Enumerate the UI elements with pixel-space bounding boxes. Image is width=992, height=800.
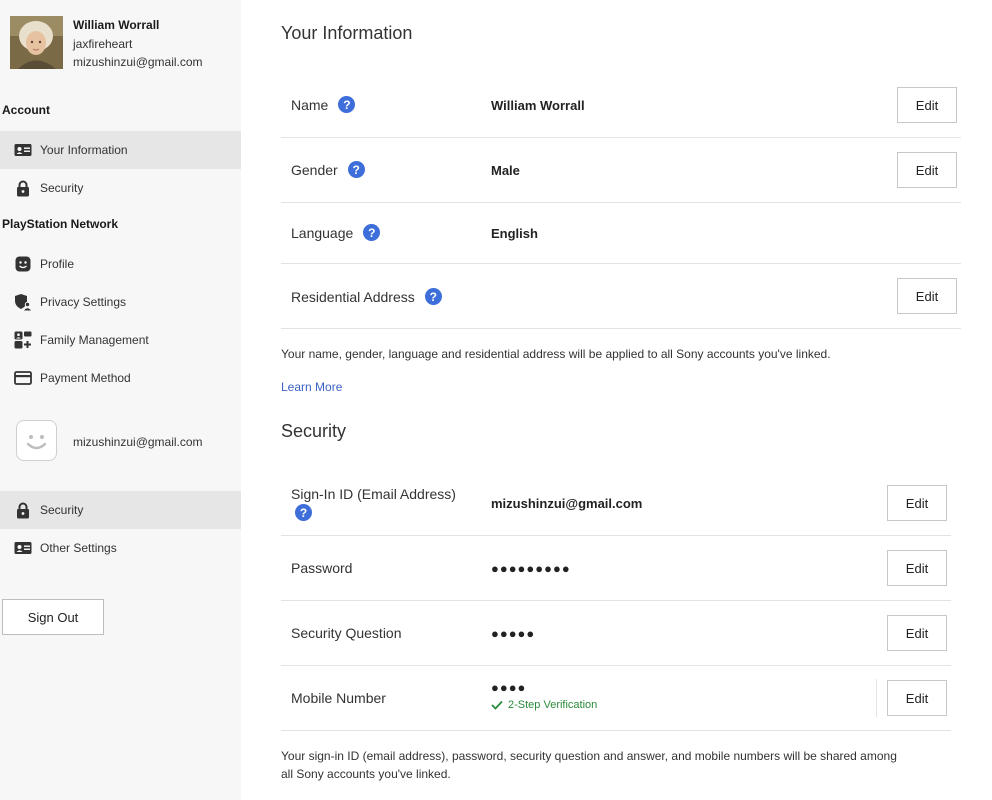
name-value: William Worrall — [491, 98, 585, 113]
sidebar-item-label: Privacy Settings — [40, 295, 127, 309]
sidebar-item-privacy-settings[interactable]: Privacy Settings — [0, 283, 241, 321]
info-row-name: Name ? William Worrall Edit — [281, 73, 961, 138]
edit-security-question-button[interactable]: Edit — [887, 615, 947, 651]
sidebar-item-label: Security — [40, 503, 84, 517]
sidebar-item-family-management[interactable]: Family Management — [0, 321, 241, 359]
security-note-line-2: all Sony accounts you've linked. — [281, 767, 451, 781]
sign-out-button[interactable]: Sign Out — [2, 599, 104, 635]
help-icon[interactable]: ? — [363, 224, 381, 241]
sidebar: William Worrall jaxfireheart mizushinzui… — [0, 0, 241, 800]
info-row-residential-address: Residential Address ? Edit — [281, 264, 961, 329]
account-heading: Account — [2, 103, 50, 117]
your-information-title: Your Information — [281, 23, 413, 43]
security-title: Security — [281, 421, 347, 441]
help-icon[interactable]: ? — [424, 288, 442, 305]
lock-icon — [14, 501, 32, 519]
edit-sign-in-id-button[interactable]: Edit — [887, 485, 947, 521]
row-label-text: Residential Address — [291, 288, 415, 305]
sidebar-item-label: Other Settings — [40, 541, 117, 555]
main-content: Your Information Name ? William Worrall … — [281, 0, 961, 800]
sidebar-item-label: Payment Method — [40, 371, 131, 385]
security-row-password: Password ●●●●●●●●● Edit — [281, 536, 951, 601]
id-card-icon — [14, 539, 32, 557]
row-label-text: Password — [291, 560, 353, 576]
sign-in-id-value: mizushinzui@gmail.com — [491, 496, 643, 511]
info-note: Your name, gender, language and resident… — [281, 347, 831, 361]
security-note: Your sign-in ID (email address), passwor… — [281, 747, 897, 783]
psn-heading: PlayStation Network — [2, 217, 119, 231]
edit-residential-address-button[interactable]: Edit — [897, 278, 957, 314]
user-handle: jaxfireheart — [73, 37, 133, 51]
sidebar-item-payment-method[interactable]: Payment Method — [0, 359, 241, 397]
row-label: Password — [291, 560, 352, 576]
language-value: English — [491, 226, 538, 241]
psn-account-email: mizushinzui@gmail.com — [73, 435, 203, 449]
user-email: mizushinzui@gmail.com — [73, 55, 203, 69]
row-label: Security Question — [291, 625, 402, 641]
sidebar-item-security[interactable]: Security — [0, 169, 241, 207]
info-row-language: Language ? English — [281, 203, 961, 264]
psn-account-card: mizushinzui@gmail.com — [16, 420, 241, 464]
family-icon — [14, 331, 32, 349]
row-label: Sign-In ID (Email Address) ? — [291, 486, 456, 521]
row-label: Language ? — [291, 224, 381, 241]
security-row-mobile-number: Mobile Number ●●●● Edit — [281, 666, 951, 731]
user-profile: William Worrall jaxfireheart mizushinzui… — [10, 16, 240, 72]
psn-avatar — [16, 420, 57, 461]
row-label-text: Security Question — [291, 625, 402, 641]
row-label: Mobile Number — [291, 690, 386, 706]
sidebar-item-label: Your Information — [40, 143, 128, 157]
info-row-gender: Gender ? Male Edit — [281, 138, 961, 203]
edit-password-button[interactable]: Edit — [887, 550, 947, 586]
gender-value: Male — [491, 163, 520, 178]
user-name: William Worrall — [73, 18, 160, 32]
user-avatar — [10, 16, 63, 69]
sidebar-item-your-information[interactable]: Your Information — [0, 131, 241, 169]
help-icon[interactable]: ? — [295, 504, 312, 521]
row-label: Gender ? — [291, 161, 365, 178]
security-note-line-1: Your sign-in ID (email address), passwor… — [281, 749, 897, 763]
id-card-icon — [14, 141, 32, 159]
password-value: ●●●●●●●●● — [491, 561, 571, 576]
two-step-verification-label: 2-Step Verification — [508, 699, 598, 711]
learn-more-link[interactable]: Learn More — [281, 380, 342, 394]
lock-icon — [14, 179, 32, 197]
sidebar-item-psn-security[interactable]: Security — [0, 491, 241, 529]
help-icon[interactable]: ? — [347, 161, 365, 178]
sidebar-item-profile[interactable]: Profile — [0, 245, 241, 283]
shield-user-icon — [14, 293, 32, 311]
sidebar-item-label: Profile — [40, 257, 75, 271]
sidebar-item-label: Family Management — [40, 333, 149, 347]
row-label-text: Language — [291, 224, 354, 241]
help-icon[interactable]: ? — [338, 96, 356, 113]
edit-name-button[interactable]: Edit — [897, 87, 957, 123]
security-row-sign-in-id: Sign-In ID (Email Address) ? mizushinzui… — [281, 471, 951, 536]
face-icon — [14, 255, 32, 273]
checkmark-icon — [491, 700, 503, 710]
security-row-security-question: Security Question ●●●●● Edit — [281, 601, 951, 666]
edit-mobile-number-button[interactable]: Edit — [887, 680, 947, 716]
divider — [876, 679, 877, 717]
row-label: Residential Address ? — [291, 288, 442, 305]
row-label-text: Gender — [291, 161, 338, 178]
sidebar-item-label: Security — [40, 181, 84, 195]
row-label-text: Name — [291, 96, 329, 113]
mobile-number-value: ●●●● — [491, 680, 527, 695]
edit-gender-button[interactable]: Edit — [897, 152, 957, 188]
two-step-verification-status: 2-Step Verification — [491, 699, 597, 711]
credit-card-icon — [14, 369, 32, 387]
sidebar-item-other-settings[interactable]: Other Settings — [0, 529, 241, 567]
row-label-text: Mobile Number — [291, 690, 386, 706]
row-label-text: Sign-In ID (Email Address) — [291, 486, 456, 502]
row-label: Name ? — [291, 96, 356, 113]
security-question-value: ●●●●● — [491, 626, 536, 641]
